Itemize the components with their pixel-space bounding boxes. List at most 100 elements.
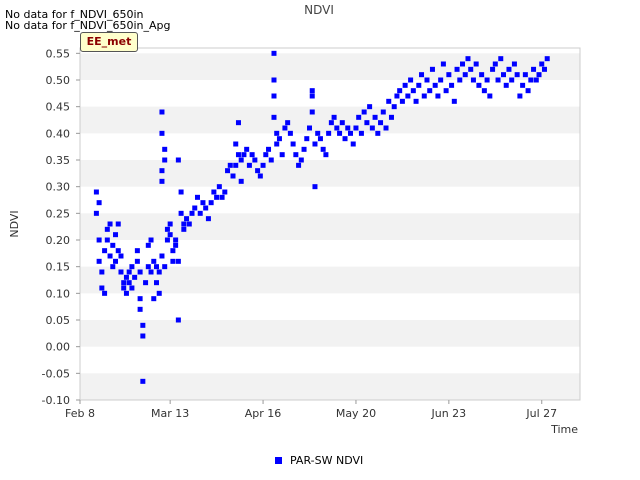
data-point	[137, 296, 143, 302]
data-point	[413, 98, 419, 104]
data-point	[96, 200, 102, 206]
y-tick-label: 0.05	[46, 314, 71, 327]
data-point	[500, 72, 506, 78]
data-point	[178, 210, 184, 216]
data-point	[159, 109, 165, 115]
data-point	[99, 285, 105, 291]
data-point	[408, 77, 414, 83]
data-point	[541, 66, 547, 72]
grid-band	[80, 320, 580, 347]
x-tick-label: Jun 23	[431, 407, 467, 420]
y-tick-label: 0.40	[46, 127, 71, 140]
data-point	[162, 157, 168, 163]
data-point	[263, 152, 269, 158]
data-point	[208, 200, 214, 206]
data-point	[129, 264, 135, 270]
ndvi-scatter-chart: -0.10 -0.05 0.00 0.05 0.10 0.15 0.20 0.25 0.30 0.…	[8, 3, 581, 436]
data-point	[154, 280, 160, 286]
data-point	[129, 285, 135, 291]
data-point	[145, 242, 151, 248]
data-point	[99, 269, 105, 275]
data-point	[446, 72, 452, 78]
data-point	[238, 157, 244, 163]
data-point	[126, 269, 132, 275]
data-point	[342, 136, 348, 142]
data-point	[107, 253, 113, 259]
data-point	[184, 216, 190, 222]
data-point	[331, 114, 337, 120]
data-point	[194, 194, 200, 200]
data-point	[337, 130, 343, 136]
data-point	[503, 82, 509, 88]
data-point	[405, 93, 411, 99]
data-point	[312, 184, 318, 190]
data-point	[93, 189, 99, 195]
data-point	[235, 120, 241, 126]
data-point	[271, 114, 277, 120]
y-axis-label: NDVI	[8, 210, 21, 237]
y-tick-label: 0.50	[46, 74, 71, 87]
data-point	[203, 205, 209, 211]
data-point	[211, 189, 217, 195]
data-point	[353, 125, 359, 131]
data-point	[134, 258, 140, 264]
data-point	[126, 280, 132, 286]
data-point	[145, 264, 151, 270]
data-point	[181, 221, 187, 227]
data-point	[514, 72, 520, 78]
data-point	[96, 237, 102, 243]
data-point	[339, 120, 345, 126]
data-point	[274, 141, 280, 147]
data-point	[307, 125, 313, 131]
data-point	[328, 120, 334, 126]
data-point	[257, 173, 263, 179]
data-point	[511, 61, 517, 67]
data-point	[110, 242, 116, 248]
data-point	[386, 98, 392, 104]
grid-band	[80, 266, 580, 294]
data-point	[457, 77, 463, 83]
data-point	[279, 152, 285, 158]
data-point	[419, 72, 425, 78]
data-point	[214, 194, 220, 200]
data-point	[481, 88, 487, 94]
y-tick-label: 0.55	[46, 47, 71, 60]
data-point	[151, 296, 157, 302]
data-point	[271, 50, 277, 56]
data-point	[410, 88, 416, 94]
data-point	[285, 120, 291, 126]
data-point	[429, 66, 435, 72]
grid-band	[80, 106, 580, 134]
data-point	[216, 184, 222, 190]
data-point	[268, 157, 274, 163]
data-point	[399, 98, 405, 104]
data-point	[175, 157, 181, 163]
data-point	[151, 258, 157, 264]
data-point	[102, 248, 108, 254]
data-point	[495, 77, 501, 83]
data-point	[304, 136, 310, 142]
data-point	[282, 125, 288, 131]
data-point	[309, 93, 315, 99]
data-point	[394, 93, 400, 99]
data-point	[309, 88, 315, 94]
data-point	[369, 125, 375, 131]
data-point	[358, 130, 364, 136]
data-point	[159, 253, 165, 259]
data-point	[388, 114, 394, 120]
data-point	[378, 120, 384, 126]
data-point	[123, 274, 129, 280]
x-axis-label: Time	[550, 423, 578, 436]
data-point	[222, 189, 228, 195]
data-point	[246, 162, 252, 168]
data-point	[438, 77, 444, 83]
data-point	[96, 258, 102, 264]
data-point	[260, 162, 266, 168]
grid-band	[80, 160, 580, 187]
legend-marker-icon	[275, 457, 282, 464]
data-point	[490, 66, 496, 72]
data-point	[162, 146, 168, 152]
data-point	[506, 66, 512, 72]
data-point	[391, 104, 397, 110]
data-point	[154, 264, 160, 270]
